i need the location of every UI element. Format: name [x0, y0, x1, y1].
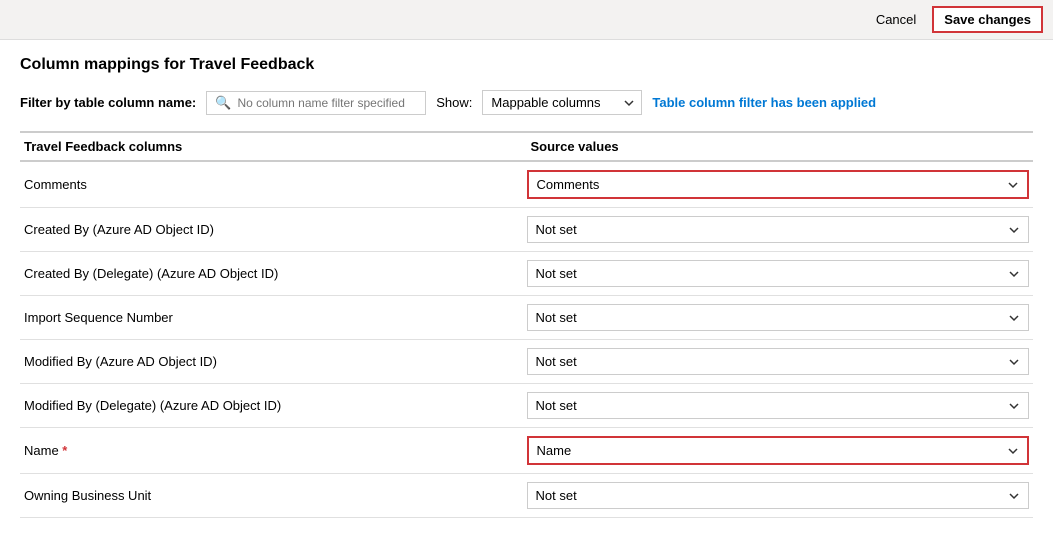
- source-select-wrap: Not set: [527, 260, 1030, 287]
- column-name-cell: Comments: [20, 177, 527, 192]
- filter-label: Filter by table column name:: [20, 95, 196, 110]
- table-row: Name *Name: [20, 428, 1033, 474]
- source-value-cell: Not set: [527, 348, 1034, 375]
- column-name-cell: Owning Business Unit: [20, 488, 527, 503]
- table-body: CommentsCommentsCreated By (Azure AD Obj…: [20, 162, 1033, 518]
- save-button[interactable]: Save changes: [932, 6, 1043, 33]
- source-value-cell: Not set: [527, 304, 1034, 331]
- source-select-wrap: Not set: [527, 348, 1030, 375]
- source-value-cell: Not set: [527, 482, 1034, 509]
- source-select[interactable]: Comments: [527, 170, 1030, 199]
- column-name-cell: Name *: [20, 443, 527, 458]
- source-value-cell: Name: [527, 436, 1034, 465]
- source-value-cell: Not set: [527, 216, 1034, 243]
- source-select-wrap: Comments: [527, 170, 1030, 199]
- column-header-2: Source values: [527, 139, 1034, 154]
- table-row: CommentsComments: [20, 162, 1033, 208]
- show-select[interactable]: Mappable columnsAll columns: [482, 90, 642, 115]
- column-name-cell: Created By (Azure AD Object ID): [20, 222, 527, 237]
- top-bar: Cancel Save changes: [0, 0, 1053, 40]
- source-select[interactable]: Not set: [527, 348, 1030, 375]
- source-select[interactable]: Not set: [527, 216, 1030, 243]
- table-row: Owning Business UnitNot set: [20, 474, 1033, 518]
- source-select-wrap: Not set: [527, 392, 1030, 419]
- source-select[interactable]: Not set: [527, 260, 1030, 287]
- source-select[interactable]: Not set: [527, 482, 1030, 509]
- table-row: Created By (Azure AD Object ID)Not set: [20, 208, 1033, 252]
- source-value-cell: Not set: [527, 260, 1034, 287]
- table-row: Import Sequence NumberNot set: [20, 296, 1033, 340]
- filter-bar: Filter by table column name: 🔍 Show: Map…: [20, 90, 1033, 115]
- show-label: Show:: [436, 95, 472, 110]
- source-select-wrap: Name: [527, 436, 1030, 465]
- source-select[interactable]: Not set: [527, 392, 1030, 419]
- filter-input[interactable]: [237, 96, 417, 110]
- column-name-cell: Modified By (Azure AD Object ID): [20, 354, 527, 369]
- column-header-1: Travel Feedback columns: [20, 139, 527, 154]
- table-row: Created By (Delegate) (Azure AD Object I…: [20, 252, 1033, 296]
- source-select-wrap: Not set: [527, 216, 1030, 243]
- source-value-cell: Comments: [527, 170, 1034, 199]
- filter-input-wrap: 🔍: [206, 91, 426, 115]
- search-icon: 🔍: [215, 95, 231, 111]
- source-value-cell: Not set: [527, 392, 1034, 419]
- cancel-button[interactable]: Cancel: [868, 8, 924, 31]
- column-name-cell: Import Sequence Number: [20, 310, 527, 325]
- table-header: Travel Feedback columns Source values: [20, 131, 1033, 162]
- table-row: Modified By (Azure AD Object ID)Not set: [20, 340, 1033, 384]
- content-area: Column mappings for Travel Feedback Filt…: [0, 40, 1053, 534]
- source-select[interactable]: Not set: [527, 304, 1030, 331]
- column-name-cell: Created By (Delegate) (Azure AD Object I…: [20, 266, 527, 281]
- column-name-cell: Modified By (Delegate) (Azure AD Object …: [20, 398, 527, 413]
- page-title: Column mappings for Travel Feedback: [20, 56, 1033, 74]
- filter-applied-text: Table column filter has been applied: [652, 95, 876, 110]
- source-select-wrap: Not set: [527, 304, 1030, 331]
- required-star: *: [62, 443, 67, 458]
- table-row: Modified By (Delegate) (Azure AD Object …: [20, 384, 1033, 428]
- source-select-wrap: Not set: [527, 482, 1030, 509]
- source-select[interactable]: Name: [527, 436, 1030, 465]
